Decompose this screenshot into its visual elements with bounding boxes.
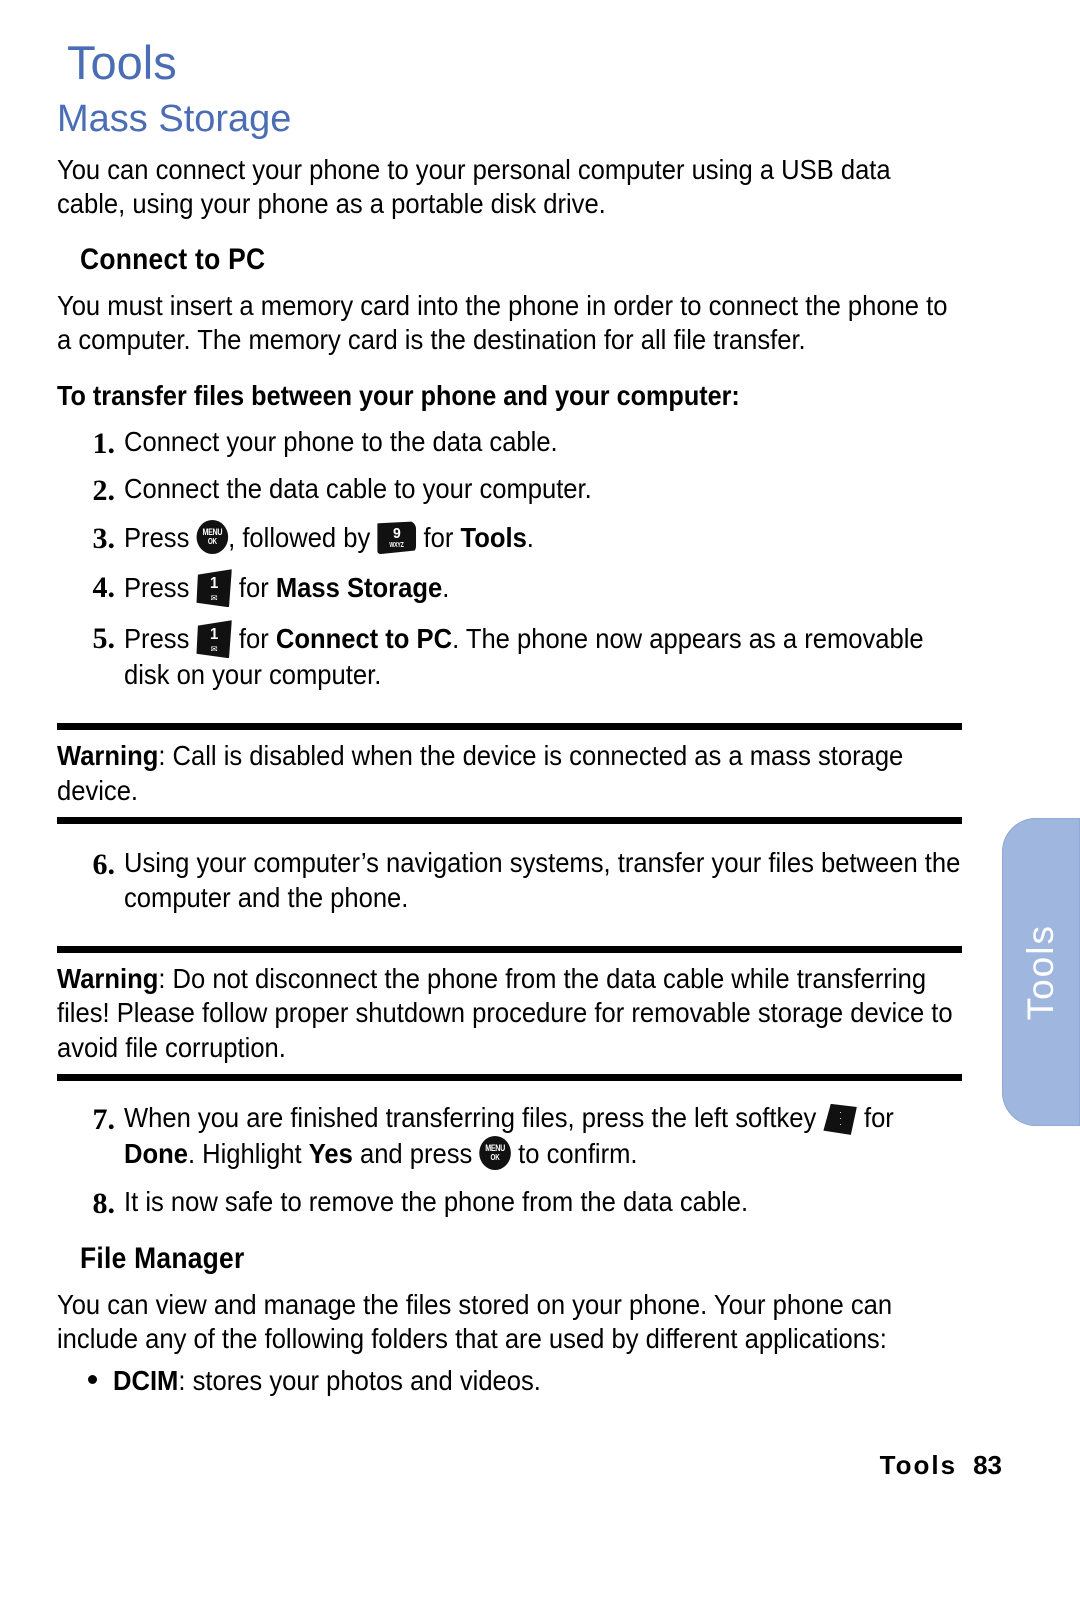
- step-emphasis: Done: [124, 1137, 188, 1169]
- subsection-file-manager: File Manager: [80, 1241, 245, 1275]
- footer-chapter: Tools: [879, 1450, 958, 1480]
- warning-block-1: Warning: Call is disabled when the devic…: [57, 723, 962, 824]
- menu-ok-key-top-label: MENU: [202, 527, 223, 538]
- bullet-description: : stores your photos and videos.: [178, 1364, 541, 1396]
- file-manager-paragraph: You can view and manage the files stored…: [57, 1288, 893, 1354]
- keypad-key-digit: 1: [210, 575, 219, 593]
- warning-text-1: Warning: Call is disabled when the devic…: [57, 730, 962, 817]
- step-text-run: Press: [124, 522, 197, 554]
- list-item: 5. Press 1 ✉ for Connect to PC. The phone …: [57, 620, 962, 693]
- list-item: 1. Connect your phone to the data cable.: [57, 425, 962, 460]
- manual-page: Tools Tools Mass Storage You can connect…: [0, 0, 1080, 1622]
- step-text-run: , followed by: [228, 522, 378, 554]
- step-emphasis: Yes: [308, 1137, 353, 1169]
- page-footer: Tools 83: [0, 1450, 1002, 1481]
- step-text-run: and press: [352, 1137, 480, 1169]
- step-number: 1.: [92, 426, 116, 460]
- bullet-label: DCIM: [113, 1364, 179, 1396]
- procedure-steps-2: 7. When you are finished transferring fil…: [57, 1101, 962, 1220]
- list-item: 8. It is now safe to remove the phone fro…: [57, 1185, 962, 1220]
- step-text-run: Connect your phone to the data cable.: [124, 425, 558, 457]
- step-text: When you are finished transferring files…: [124, 1101, 962, 1172]
- envelope-icon: ✉: [210, 644, 218, 655]
- page-content: Tools Mass Storage You can connect your …: [57, 38, 962, 1398]
- left-softkey-icon: · · ·: [823, 1103, 857, 1135]
- bullet-dot-icon: [88, 1374, 97, 1384]
- warning-text-2: Warning: Do not disconnect the phone fro…: [57, 953, 962, 1074]
- chapter-thumb-tab: Tools: [1002, 818, 1080, 1126]
- step-number: 8.: [92, 1186, 116, 1220]
- step-text-run: .: [526, 522, 534, 554]
- list-item: 6. Using your computer’s navigation syst…: [57, 846, 962, 916]
- warning-rule-top: [57, 945, 962, 953]
- section-title: Mass Storage: [57, 98, 292, 141]
- step-number: 4.: [92, 571, 116, 605]
- step-text-run: It is now safe to remove the phone from …: [124, 1185, 749, 1217]
- transfer-lead-in: To transfer files between your phone and…: [57, 379, 740, 411]
- step-emphasis: Connect to PC: [275, 623, 453, 655]
- subsection-connect-to-pc: Connect to PC: [80, 243, 266, 277]
- step-text-run: for: [416, 522, 461, 554]
- list-item: 2. Connect the data cable to your compute…: [57, 472, 962, 507]
- keypad-key-9-icon: 9 WXYZ: [377, 521, 417, 555]
- step-text-run: Press: [124, 623, 197, 655]
- step-text-run: for: [231, 572, 276, 604]
- keypad-key-1-icon: 1 ✉: [196, 569, 232, 608]
- folder-bullet-list: DCIM: stores your photos and videos.: [57, 1364, 962, 1398]
- menu-ok-key-icon: MENU OK: [196, 520, 229, 555]
- envelope-icon: ✉: [210, 593, 218, 604]
- warning-rule-bottom: [57, 816, 962, 824]
- step-text: Press 1 ✉ for Mass Storage.: [124, 569, 962, 608]
- step-text-run: When you are finished transferring files…: [124, 1101, 824, 1133]
- warning-rule-bottom: [57, 1073, 962, 1081]
- keypad-key-digit: 1: [210, 626, 219, 644]
- step-text-run: . Highlight: [187, 1137, 309, 1169]
- chapter-thumb-tab-label: Tools: [1020, 923, 1061, 1021]
- step-text-run: for: [231, 623, 276, 655]
- warning-label: Warning: [57, 740, 159, 772]
- step-text: Using your computer’s navigation systems…: [124, 846, 961, 913]
- step-number: 5.: [92, 622, 116, 656]
- intro-paragraph: You can connect your phone to your perso…: [57, 154, 891, 220]
- step-emphasis: Mass Storage: [275, 572, 443, 604]
- step-text: It is now safe to remove the phone from …: [124, 1185, 962, 1220]
- procedure-steps-step6: 6. Using your computer’s navigation syst…: [57, 846, 962, 916]
- warning-rule-top: [57, 723, 962, 731]
- step-text: Press 1 ✉ for Connect to PC. The phone no…: [124, 620, 962, 693]
- chapter-title: Tools: [67, 36, 177, 89]
- step-number: 2.: [92, 474, 116, 508]
- list-item: 7. When you are finished transferring fil…: [57, 1101, 962, 1172]
- step-text-run: Press: [124, 572, 197, 604]
- footer-page-number: 83: [973, 1450, 1002, 1480]
- menu-ok-key-bottom-label: OK: [207, 537, 217, 547]
- warning-label: Warning: [57, 962, 159, 994]
- step-number: 7.: [92, 1102, 116, 1136]
- procedure-steps-1: 1. Connect your phone to the data cable. 2…: [57, 425, 962, 694]
- list-item: DCIM: stores your photos and videos.: [57, 1364, 962, 1398]
- menu-ok-key-bottom-label: OK: [490, 1152, 500, 1162]
- warning-block-2: Warning: Do not disconnect the phone fro…: [57, 945, 962, 1081]
- keypad-key-1-icon: 1 ✉: [196, 620, 232, 659]
- step-text-run: Connect the data cable to your computer.: [124, 473, 592, 505]
- menu-ok-key-icon: MENU OK: [479, 1135, 512, 1170]
- warning-body: : Do not disconnect the phone from the d…: [57, 962, 953, 1063]
- keypad-key-digit: 9: [393, 525, 401, 543]
- step-text: Connect your phone to the data cable.: [124, 425, 962, 460]
- connect-paragraph: You must insert a memory card into the p…: [57, 290, 948, 356]
- step-number: 6.: [92, 847, 116, 881]
- warning-body: : Call is disabled when the device is co…: [57, 740, 904, 806]
- step-text-run: .: [442, 572, 450, 604]
- step-text-run: for: [856, 1101, 894, 1133]
- step-text-run: to confirm.: [511, 1137, 638, 1169]
- menu-ok-key-top-label: MENU: [485, 1142, 506, 1153]
- step-number: 3.: [92, 522, 116, 556]
- bullet-text: DCIM: stores your photos and videos.: [113, 1364, 962, 1398]
- list-item: 3. Press MENU OK, followed by 9 WXYZ for To…: [57, 520, 962, 556]
- step-text: Press MENU OK, followed by 9 WXYZ for Tool…: [124, 520, 962, 556]
- step-text: Connect the data cable to your computer.: [124, 472, 962, 507]
- list-item: 4. Press 1 ✉ for Mass Storage.: [57, 569, 962, 608]
- keypad-key-letters: WXYZ: [389, 542, 404, 550]
- softkey-dots: · · ·: [839, 1106, 842, 1129]
- step-emphasis: Tools: [460, 522, 527, 554]
